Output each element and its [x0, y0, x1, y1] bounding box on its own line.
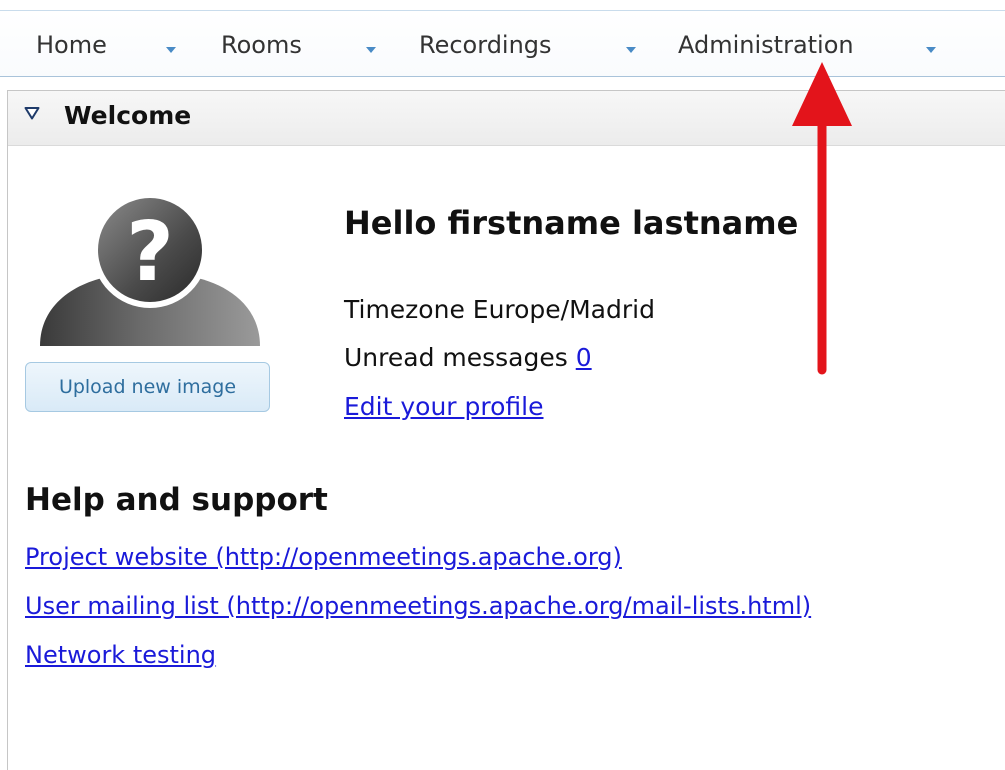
help-support-heading: Help and support — [25, 482, 328, 518]
upload-image-button[interactable]: Upload new image — [25, 362, 270, 412]
panel-title: Welcome — [64, 101, 192, 130]
nav-item-rooms[interactable]: Rooms — [221, 31, 302, 59]
project-website-link[interactable]: Project website (http://openmeetings.apa… — [25, 543, 622, 571]
user-avatar-icon: ? — [40, 192, 260, 346]
chevron-down-icon[interactable] — [926, 47, 936, 53]
timezone-text: Timezone Europe/Madrid — [344, 295, 655, 324]
network-testing-link[interactable]: Network testing — [25, 641, 216, 669]
chevron-down-icon[interactable] — [166, 47, 176, 53]
nav-item-recordings[interactable]: Recordings — [419, 31, 552, 59]
nav-item-administration[interactable]: Administration — [678, 31, 854, 59]
nav-item-home[interactable]: Home — [36, 31, 107, 59]
edit-profile-link[interactable]: Edit your profile — [344, 392, 544, 421]
svg-text:?: ? — [126, 205, 174, 300]
chevron-down-icon[interactable] — [626, 47, 636, 53]
chevron-down-icon[interactable] — [366, 47, 376, 53]
unread-messages-row: Unread messages 0 — [344, 343, 592, 372]
red-arrow-up-icon — [792, 62, 852, 375]
user-mailing-list-link[interactable]: User mailing list (http://openmeetings.a… — [25, 592, 811, 620]
unread-messages-label: Unread messages — [344, 343, 568, 372]
edit-profile-row: Edit your profile — [344, 392, 544, 421]
greeting-heading: Hello firstname lastname — [344, 204, 799, 242]
unread-messages-count-link[interactable]: 0 — [576, 343, 592, 372]
triangle-down-icon[interactable] — [24, 106, 40, 120]
